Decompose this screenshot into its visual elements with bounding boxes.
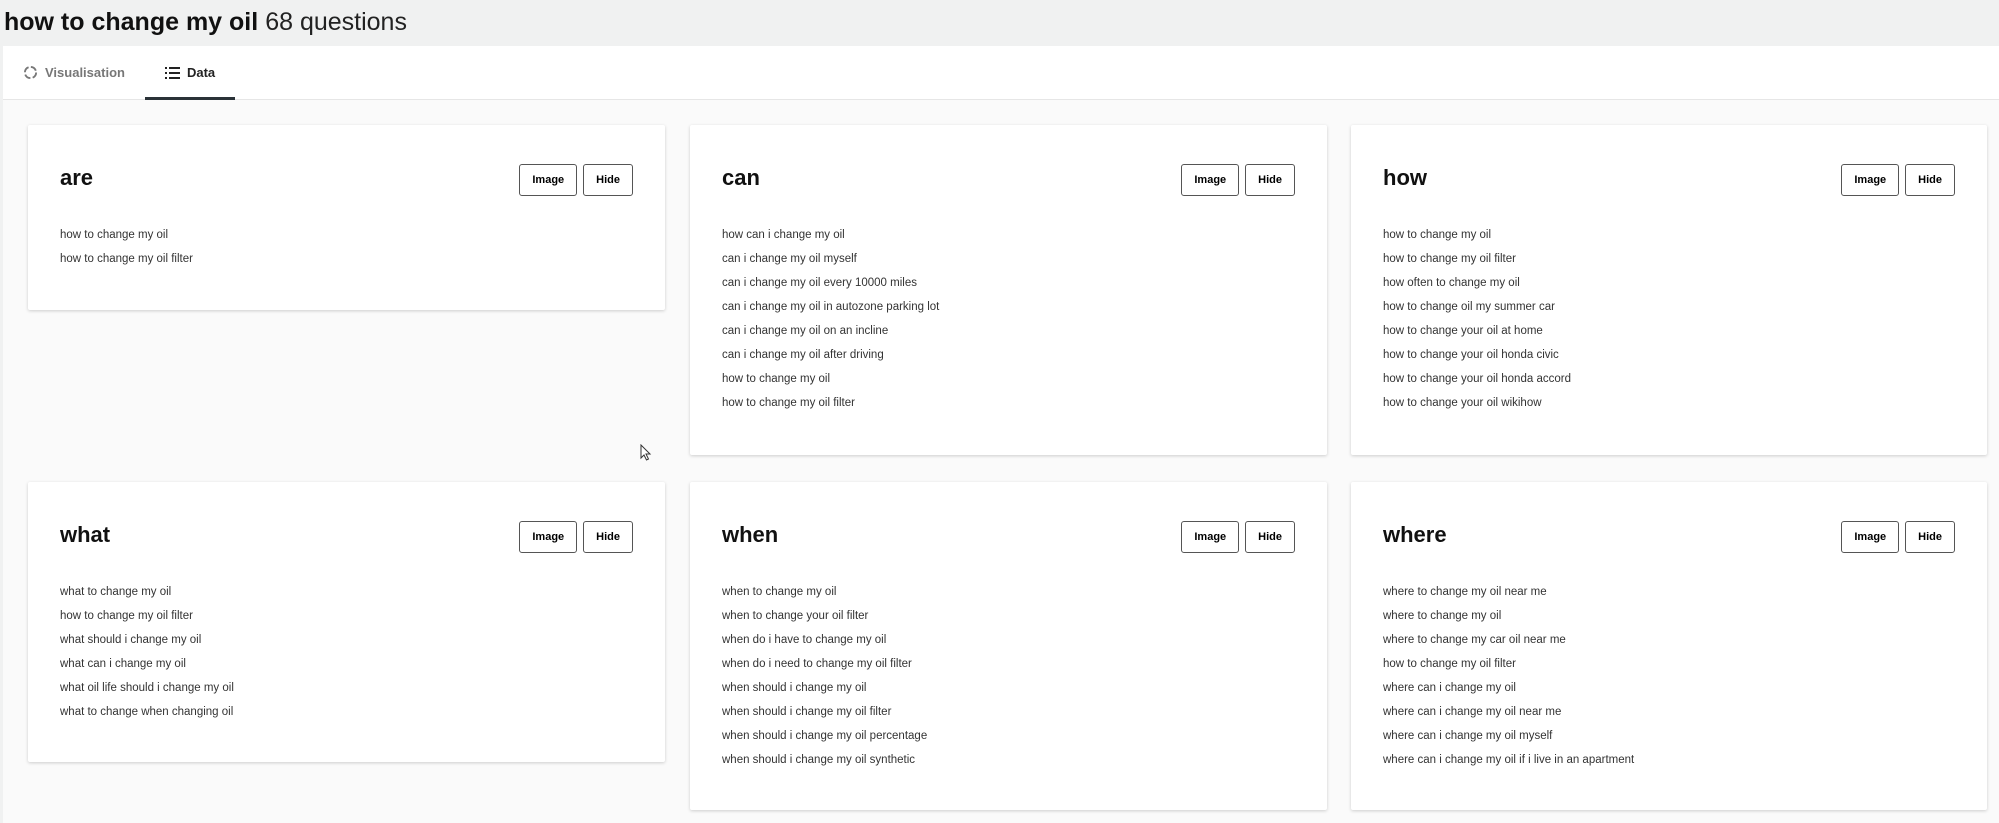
card-actions: Image Hide (519, 164, 633, 196)
hide-button[interactable]: Hide (583, 521, 633, 553)
list-item: how to change my oil filter (1383, 658, 1516, 670)
list-item: how to change your oil at home (1383, 325, 1543, 337)
list-item: what can i change my oil (60, 658, 186, 670)
question-card-can: can Image Hide how can i change my oil ca… (690, 125, 1327, 455)
tab-bar: Visualisation Data (3, 46, 1999, 100)
list-item: where can i change my oil if i live in a… (1383, 754, 1635, 766)
list-item: how to change my oil (1383, 229, 1492, 241)
list-item: what oil life should i change my oil (60, 682, 234, 694)
list-item: how to change your oil wikihow (1383, 397, 1542, 409)
list-item: what to change when changing oil (60, 706, 234, 718)
image-button[interactable]: Image (1841, 521, 1900, 553)
list-item: where can i change my oil myself (1383, 730, 1553, 742)
question-card-what: what Image Hide what to change my oil how… (28, 482, 665, 762)
question-card-how: how Image Hide how to change my oil how t… (1351, 125, 1987, 455)
list-item: how can i change my oil (722, 229, 845, 241)
query-title: how to change my oil (4, 8, 259, 36)
list-item: when do i have to change my oil (722, 634, 887, 646)
question-list: when to change my oil when to change your… (722, 580, 927, 772)
list-item: what to change my oil (60, 586, 172, 598)
list-item: can i change my oil in autozone parking … (722, 301, 940, 313)
tab-label: Visualisation (45, 65, 125, 80)
hide-button[interactable]: Hide (1905, 521, 1955, 553)
page-header: how to change my oil 68 questions (0, 0, 1999, 45)
list-item: can i change my oil myself (722, 253, 857, 265)
mouse-cursor-icon (640, 444, 652, 461)
spinner-icon (23, 65, 38, 80)
list-item: when should i change my oil (722, 682, 867, 694)
list-item: when to change your oil filter (722, 610, 869, 622)
list-item: how to change your oil honda civic (1383, 349, 1559, 361)
list-item: how to change my oil filter (722, 397, 855, 409)
image-button[interactable]: Image (519, 521, 578, 553)
list-item: how to change my oil (60, 229, 169, 241)
list-item: when should i change my oil filter (722, 706, 892, 718)
list-item: how to change my oil (722, 373, 831, 385)
card-actions: Image Hide (1181, 164, 1295, 196)
question-list: where to change my oil near me where to c… (1383, 580, 1634, 772)
question-list: how to change my oil how to change my oil… (1383, 223, 1571, 415)
image-button[interactable]: Image (1841, 164, 1900, 196)
hide-button[interactable]: Hide (583, 164, 633, 196)
list-item: how to change my oil filter (60, 610, 193, 622)
question-list: what to change my oil how to change my oi… (60, 580, 234, 724)
question-list: how to change my oil how to change my oil… (60, 223, 193, 271)
card-title: when (722, 522, 779, 547)
list-item: can i change my oil after driving (722, 349, 884, 361)
list-item: can i change my oil every 10000 miles (722, 277, 917, 289)
image-button[interactable]: Image (1181, 521, 1240, 553)
card-actions: Image Hide (519, 521, 633, 553)
card-title: can (722, 165, 760, 190)
list-item: when should i change my oil percentage (722, 730, 928, 742)
list-item: when should i change my oil synthetic (722, 754, 916, 766)
list-item: where to change my oil near me (1383, 586, 1547, 598)
list-item: how often to change my oil (1383, 277, 1520, 289)
list-item: where to change my car oil near me (1383, 634, 1566, 646)
tab-visualisation[interactable]: Visualisation (3, 46, 145, 99)
question-list: how can i change my oil can i change my o… (722, 223, 939, 415)
card-title: how (1383, 165, 1427, 190)
image-button[interactable]: Image (519, 164, 578, 196)
card-actions: Image Hide (1841, 521, 1955, 553)
question-card-where: where Image Hide where to change my oil … (1351, 482, 1987, 810)
list-icon (164, 66, 180, 79)
list-item: can i change my oil on an incline (722, 325, 889, 337)
card-title: what (60, 522, 111, 547)
card-actions: Image Hide (1181, 521, 1295, 553)
card-actions: Image Hide (1841, 164, 1955, 196)
list-item: where can i change my oil (1383, 682, 1516, 694)
list-item: where to change my oil (1383, 610, 1502, 622)
list-item: how to change my oil filter (60, 253, 193, 265)
list-item: when do i need to change my oil filter (722, 658, 912, 670)
list-item: when to change my oil (722, 586, 837, 598)
question-count: 68 questions (265, 8, 407, 36)
list-item: how to change my oil filter (1383, 253, 1516, 265)
question-card-when: when Image Hide when to change my oil whe… (690, 482, 1327, 810)
list-item: how to change your oil honda accord (1383, 373, 1571, 385)
hide-button[interactable]: Hide (1245, 521, 1295, 553)
card-title: where (1383, 522, 1447, 547)
hide-button[interactable]: Hide (1245, 164, 1295, 196)
question-card-are: are Image Hide how to change my oil how t… (28, 125, 665, 310)
list-item: where can i change my oil near me (1383, 706, 1562, 718)
hide-button[interactable]: Hide (1905, 164, 1955, 196)
card-title: are (60, 165, 94, 190)
tab-data[interactable]: Data (144, 46, 236, 100)
list-item: how to change oil my summer car (1383, 301, 1555, 313)
image-button[interactable]: Image (1181, 164, 1240, 196)
tab-label: Data (186, 65, 216, 80)
list-item: what should i change my oil (60, 634, 202, 646)
